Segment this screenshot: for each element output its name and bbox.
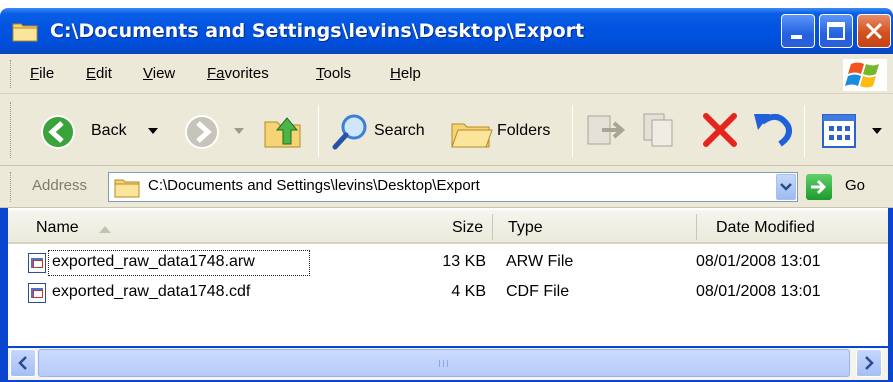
address-grip[interactable]: [10, 172, 13, 202]
file-type: ARW File: [506, 253, 574, 270]
menu-favorites[interactable]: Favorites: [207, 65, 269, 82]
back-dropdown-icon: [148, 128, 158, 134]
menu-view-key: V: [143, 65, 153, 82]
move-to-icon[interactable]: [584, 110, 626, 150]
menu-favorites-label: vorites: [224, 65, 269, 82]
menu-edit[interactable]: Edit: [86, 65, 112, 82]
forward-button[interactable]: [178, 104, 252, 158]
file-date: 08/01/2008 13:01: [696, 253, 821, 270]
sort-ascending-icon: [99, 226, 111, 233]
menu-file-label: ile: [39, 65, 55, 82]
menu-tools-label: ools: [323, 65, 352, 82]
address-folder-icon: [114, 179, 140, 198]
search-label: Search: [374, 122, 425, 139]
file-size: 4 KB: [451, 283, 486, 300]
go-arrow-icon: [811, 179, 827, 195]
menu-help-label: elp: [400, 65, 421, 82]
minimize-button[interactable]: [781, 14, 815, 48]
views-button[interactable]: [814, 110, 886, 152]
chevron-left-icon: [18, 356, 27, 370]
column-header-date[interactable]: Date Modified: [716, 219, 815, 237]
menu-view-label: iew: [152, 65, 176, 82]
windows-logo-icon: [843, 59, 887, 91]
file-name: exported_raw_data1748.arw: [52, 253, 255, 270]
menu-tools[interactable]: Tools: [316, 65, 351, 82]
maximize-button[interactable]: [819, 14, 853, 48]
toolbar-grip[interactable]: [10, 102, 13, 158]
scroll-left-button[interactable]: [10, 349, 36, 377]
undo-icon[interactable]: [752, 108, 794, 150]
menu-help[interactable]: Help: [390, 65, 421, 82]
menu-edit-label: dit: [96, 65, 112, 82]
file-icon: [28, 253, 46, 273]
back-label: Back: [91, 122, 127, 139]
views-icon: [822, 114, 856, 148]
column-header-size[interactable]: Size: [452, 219, 483, 237]
top-strip: [0, 0, 893, 8]
window-title: C:\Documents and Settings\levins\Desktop…: [50, 20, 585, 42]
menu-file-key: F: [30, 65, 40, 82]
go-button[interactable]: [806, 174, 832, 200]
minimize-icon: [791, 35, 802, 39]
folders-icon: [451, 123, 493, 148]
folder-icon: [12, 23, 38, 42]
copy-to-icon[interactable]: [640, 110, 682, 150]
search-icon: [332, 114, 367, 150]
file-icon: [28, 283, 46, 303]
folders-label: Folders: [497, 122, 551, 139]
chevron-right-icon: [865, 356, 874, 370]
scroll-right-button[interactable]: [856, 349, 882, 377]
address-label: Address: [32, 177, 88, 194]
maximize-icon: [827, 22, 845, 40]
toolbar-separator: [318, 105, 319, 157]
close-button[interactable]: [857, 14, 891, 48]
close-icon: [865, 22, 883, 40]
file-name: exported_raw_data1748.cdf: [52, 283, 251, 300]
file-type: CDF File: [506, 283, 570, 300]
toolbar-separator: [804, 105, 805, 157]
menu-bar: [0, 54, 893, 94]
column-header-name[interactable]: Name: [36, 219, 79, 237]
menu-grip[interactable]: [10, 60, 13, 88]
toolbar-separator: [572, 105, 573, 157]
column-divider[interactable]: [696, 214, 697, 240]
delete-icon[interactable]: [700, 110, 740, 150]
menu-tools-key: T: [316, 65, 324, 82]
address-dropdown-button[interactable]: [776, 174, 796, 200]
menu-file[interactable]: File: [30, 65, 54, 82]
column-header-type[interactable]: Type: [508, 219, 543, 237]
file-size: 13 KB: [442, 253, 486, 270]
title-bar[interactable]: C:\Documents and Settings\levins\Desktop…: [0, 8, 893, 54]
back-arrow-icon: [41, 115, 75, 149]
menu-edit-key: E: [86, 65, 97, 82]
go-label[interactable]: Go: [845, 177, 865, 194]
forward-dropdown-icon: [234, 128, 244, 134]
forward-arrow-icon: [185, 115, 219, 149]
menu-favorites-key: Fa: [207, 65, 225, 82]
scroll-thumb-grip: III: [438, 359, 450, 370]
views-dropdown-icon: [872, 128, 882, 134]
up-folder-icon[interactable]: [262, 110, 304, 152]
address-value: C:\Documents and Settings\levins\Desktop…: [148, 177, 480, 194]
chevron-down-icon: [780, 183, 792, 191]
menu-help-key: H: [390, 65, 401, 82]
column-divider[interactable]: [492, 214, 493, 240]
menu-view[interactable]: View: [143, 65, 175, 82]
file-date: 08/01/2008 13:01: [696, 283, 821, 300]
